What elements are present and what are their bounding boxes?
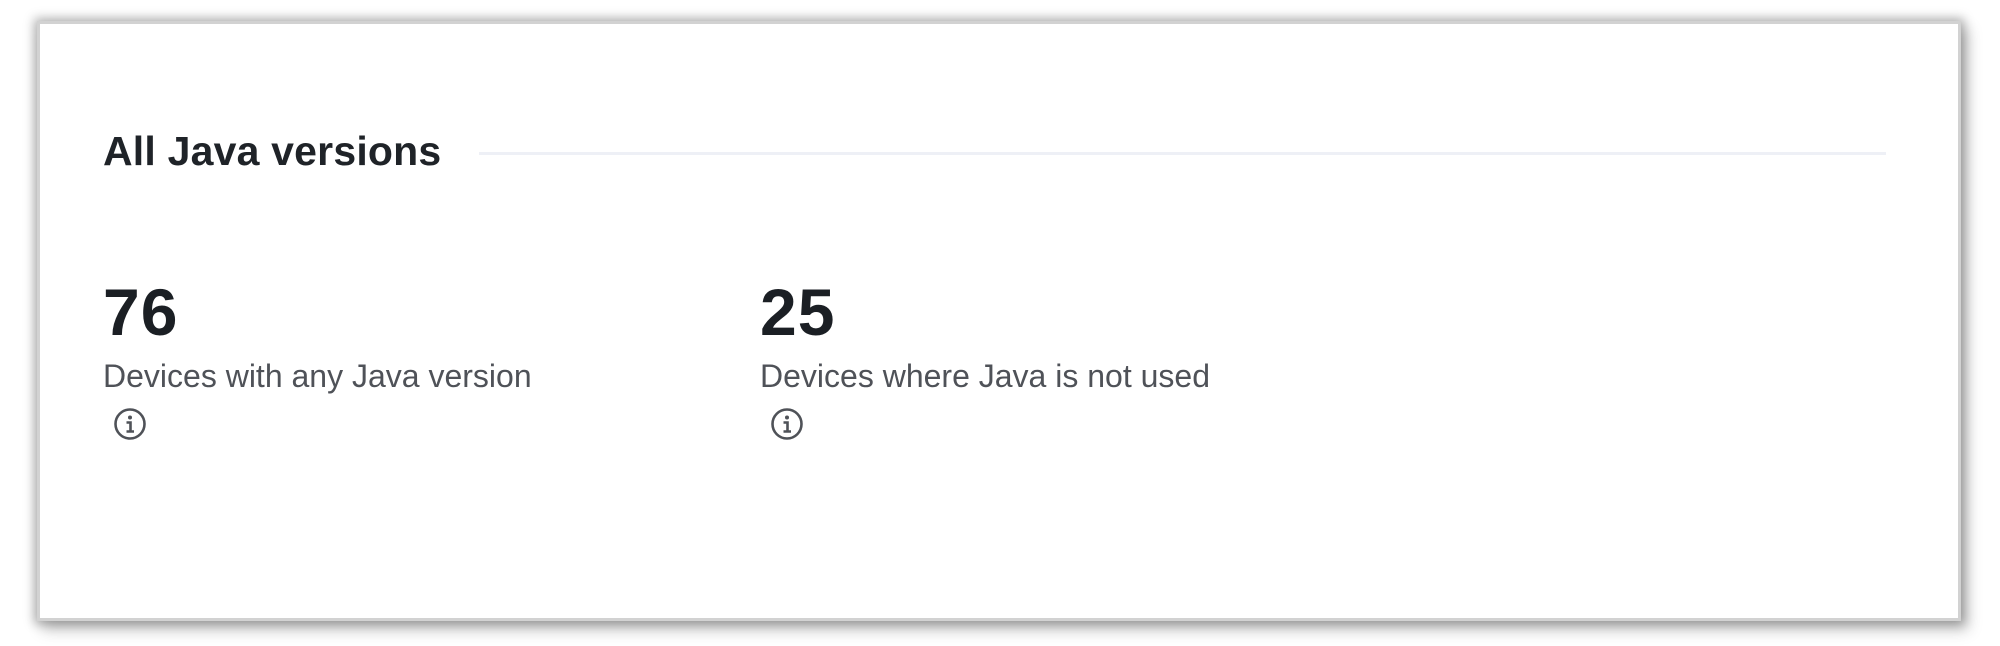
- metric-label: Devices with any Java version: [103, 358, 532, 394]
- metric-description: Devices where Java is not used: [760, 352, 1210, 448]
- metric-devices-java-not-used: 25 Devices where Java is not used: [760, 276, 1280, 448]
- metric-devices-with-java: 76 Devices with any Java version: [103, 276, 623, 448]
- metric-description: Devices with any Java version: [103, 352, 553, 448]
- metric-value: 25: [760, 275, 836, 349]
- info-icon[interactable]: [770, 407, 804, 441]
- card-title: All Java versions: [103, 127, 442, 174]
- card-header: All Java versions: [103, 96, 1886, 206]
- java-versions-card: All Java versions 76 Devices with any Ja…: [40, 24, 1958, 618]
- info-icon[interactable]: [113, 407, 147, 441]
- metric-value: 76: [103, 275, 179, 349]
- metric-label: Devices where Java is not used: [760, 358, 1210, 394]
- header-divider: [479, 151, 1886, 155]
